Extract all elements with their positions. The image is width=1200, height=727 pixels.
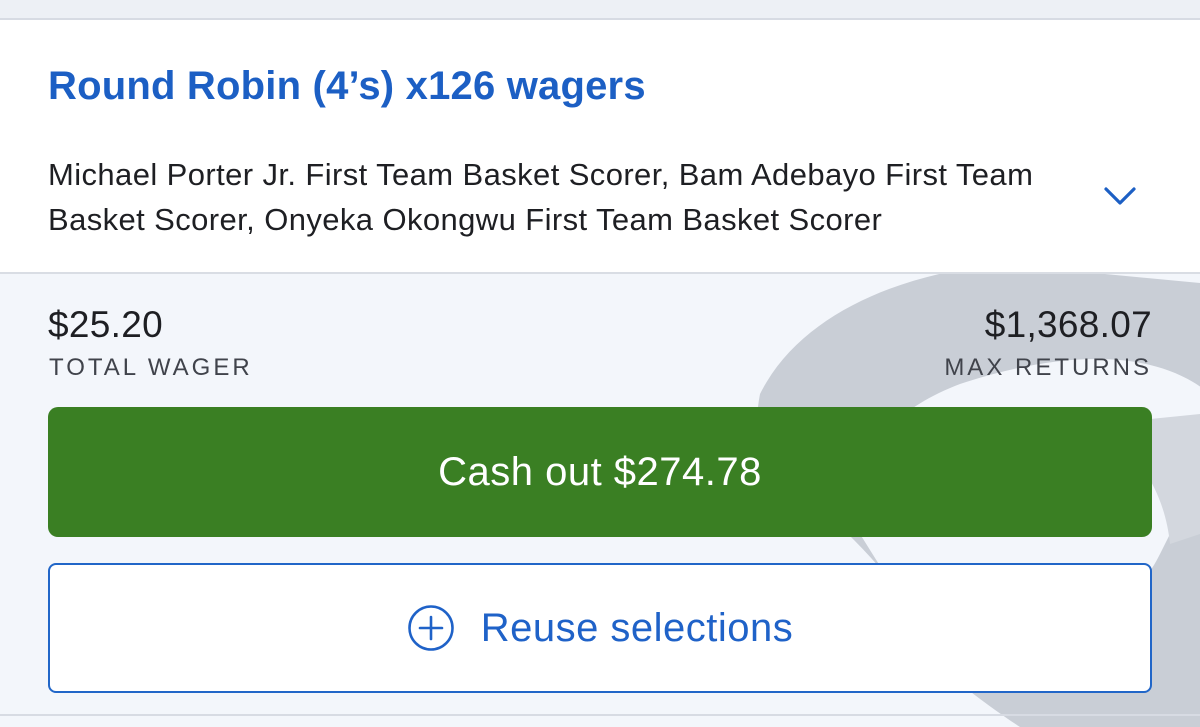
reuse-selections-label: Reuse selections: [480, 605, 794, 650]
max-returns-value: $1,368.07: [984, 304, 1152, 345]
bottom-divider: [0, 714, 1200, 716]
bet-summary: $25.20 TOTAL WAGER $1,368.07 MAX RETURNS…: [0, 274, 1200, 727]
bet-title: Round Robin (4’s) x126 wagers: [48, 64, 646, 108]
top-divider-strip: [0, 0, 1200, 20]
plus-circle-icon: [407, 605, 454, 651]
max-returns-label: MAX RETURNS: [944, 354, 1152, 381]
cash-out-button[interactable]: Cash out $274.78: [48, 407, 1152, 537]
reuse-selections-button[interactable]: Reuse selections: [48, 563, 1152, 693]
bet-header[interactable]: Round Robin (4’s) x126 wagers Michael Po…: [0, 20, 1200, 274]
chevron-down-icon[interactable]: [1100, 176, 1140, 216]
cash-out-label: Cash out $274.78: [438, 449, 762, 494]
bet-legs-description: Michael Porter Jr. First Team Basket Sco…: [48, 157, 1034, 237]
total-wager-label: TOTAL WAGER: [49, 354, 253, 381]
total-wager-value: $25.20: [48, 304, 163, 345]
